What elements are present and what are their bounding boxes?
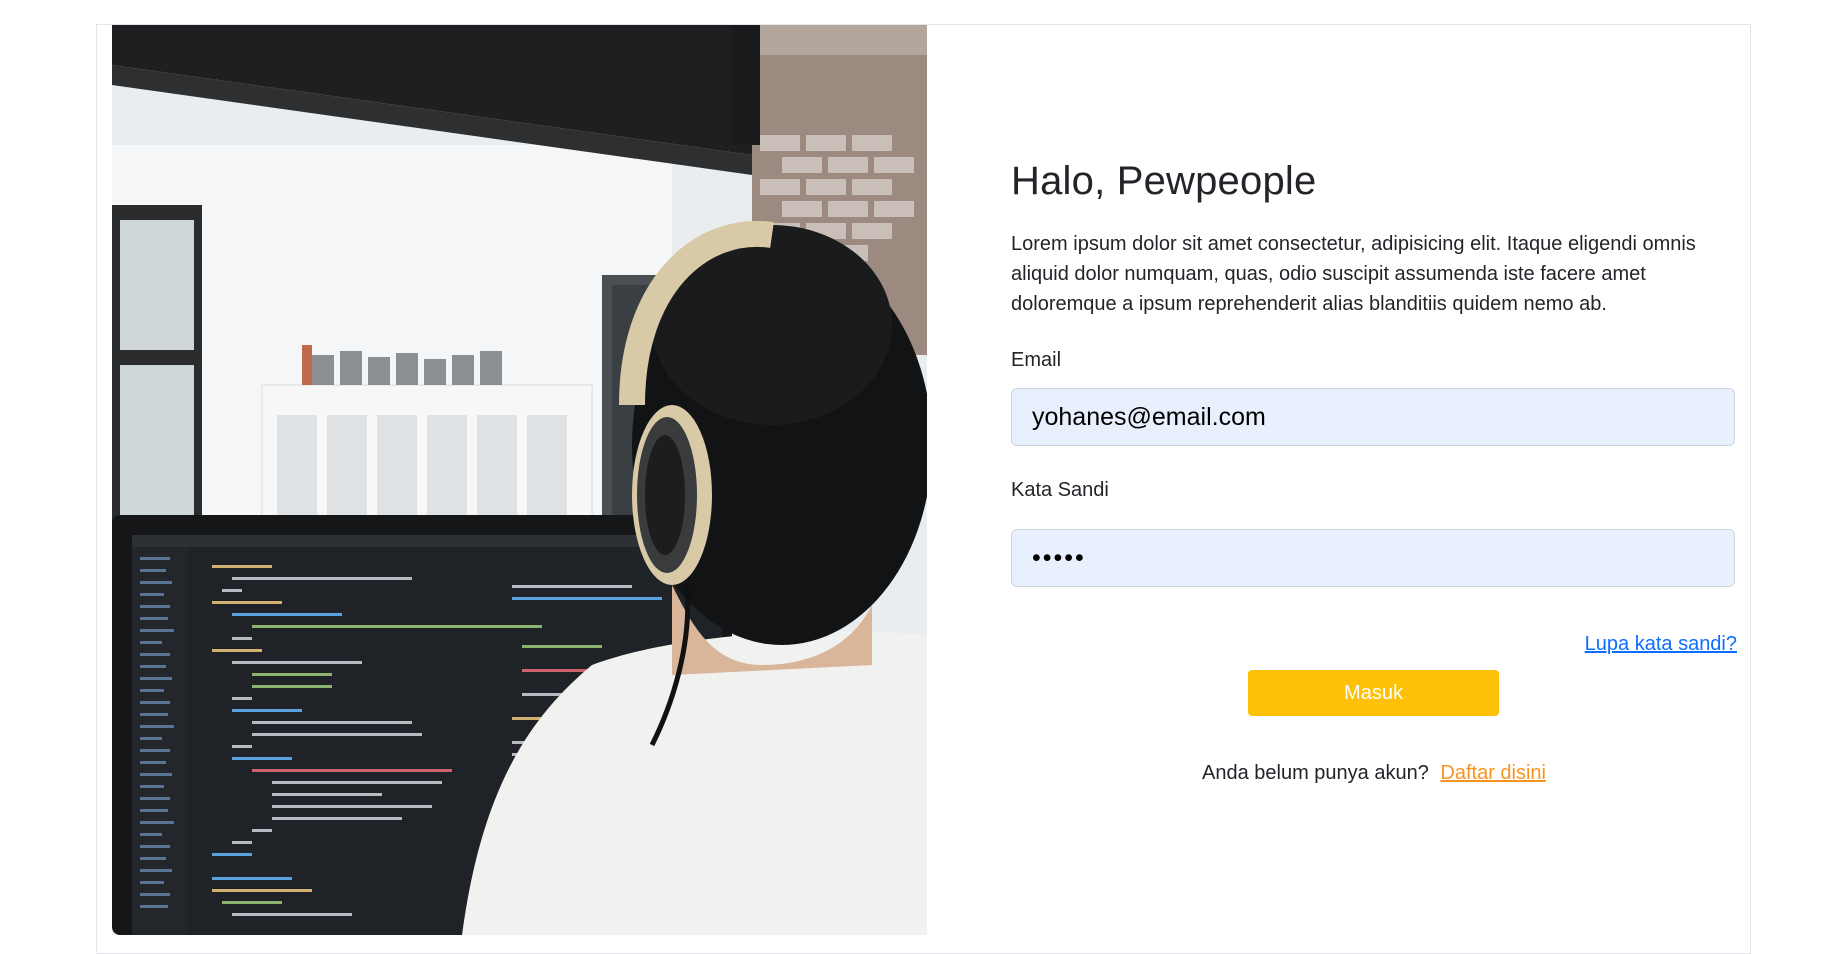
email-label: Email [1011, 349, 1062, 371]
signup-prompt-row: Anda belum punya akun? Daftar disini [1011, 762, 1737, 785]
email-field[interactable] [1011, 388, 1735, 446]
hero-photo [112, 25, 927, 935]
login-button[interactable]: Masuk [1248, 670, 1499, 716]
password-label: Kata Sandi [1011, 479, 1109, 501]
forgot-password-link[interactable]: Lupa kata sandi? [1585, 633, 1737, 656]
login-card: Halo, Pewpeople Lorem ipsum dolor sit am… [96, 24, 1751, 954]
signup-link[interactable]: Daftar disini [1440, 762, 1546, 784]
page-title: Halo, Pewpeople [1011, 159, 1317, 203]
signup-prompt-text: Anda belum punya akun? [1201, 762, 1429, 784]
developer-photo-illustration [112, 25, 927, 935]
intro-text: Lorem ipsum dolor sit amet consectetur, … [1011, 233, 1696, 315]
password-field[interactable] [1011, 529, 1735, 587]
